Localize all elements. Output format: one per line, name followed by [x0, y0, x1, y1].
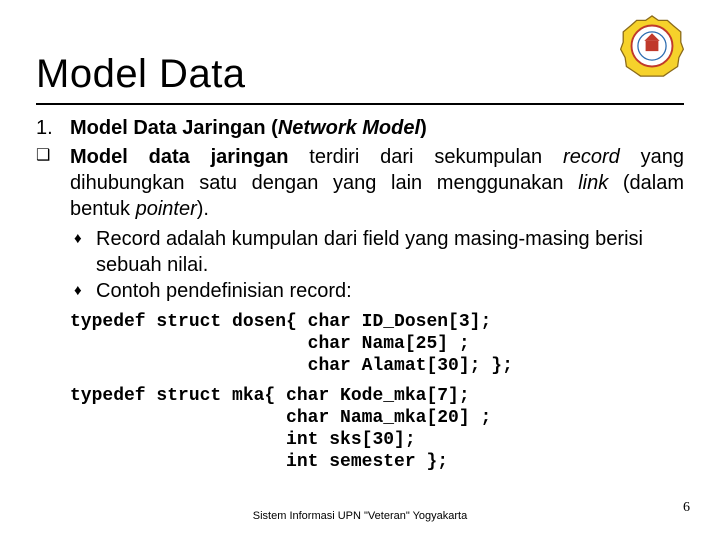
numbered-heading-row: 1. Model Data Jaringan (Network Model) [36, 115, 684, 142]
item-number: 1. [36, 115, 70, 142]
footer-text: Sistem Informasi UPN "Veteran" Yogyakart… [0, 510, 720, 522]
body-italic-1: record [563, 146, 620, 168]
page-title: Model Data [36, 52, 684, 97]
sub-bullet-list: ♦ Record adalah kumpulan dari field yang… [70, 226, 684, 304]
item-heading: Model Data Jaringan (Network Model) [70, 115, 427, 142]
bulleted-body-row: ❑ Model data jaringan terdiri dari sekum… [36, 144, 684, 474]
page-number: 6 [683, 500, 690, 516]
code-block-2: typedef struct mka{ char Kode_mka[7]; ch… [70, 386, 684, 474]
body-paragraph: Model data jaringan terdiri dari sekumpu… [70, 144, 684, 222]
square-bullet-icon: ❑ [36, 144, 70, 474]
heading-plain: Model Data Jaringan ( [70, 117, 278, 139]
heading-italic: Network Model [278, 117, 420, 139]
body-italic-2: link [578, 172, 608, 194]
sub-item: ♦ Contoh pendefinisian record: [74, 278, 684, 304]
body-p4: ). [197, 198, 209, 220]
heading-close: ) [420, 117, 427, 139]
body-italic-3: pointer [136, 198, 197, 220]
slide: Model Data 1. Model Data Jaringan (Netwo… [0, 0, 720, 540]
sub-item-text: Record adalah kumpulan dari field yang m… [96, 226, 684, 278]
term-bold: Model data jaringan [70, 146, 288, 168]
sub-item: ♦ Record adalah kumpulan dari field yang… [74, 226, 684, 278]
title-rule [36, 103, 684, 105]
sub-item-text: Contoh pendefinisian record: [96, 278, 352, 304]
institution-logo [620, 14, 684, 78]
body-p1: terdiri dari sekumpulan [288, 146, 563, 168]
diamond-bullet-icon: ♦ [74, 226, 96, 278]
diamond-bullet-icon: ♦ [74, 278, 96, 304]
code-block-1: typedef struct dosen{ char ID_Dosen[3]; … [70, 312, 684, 378]
